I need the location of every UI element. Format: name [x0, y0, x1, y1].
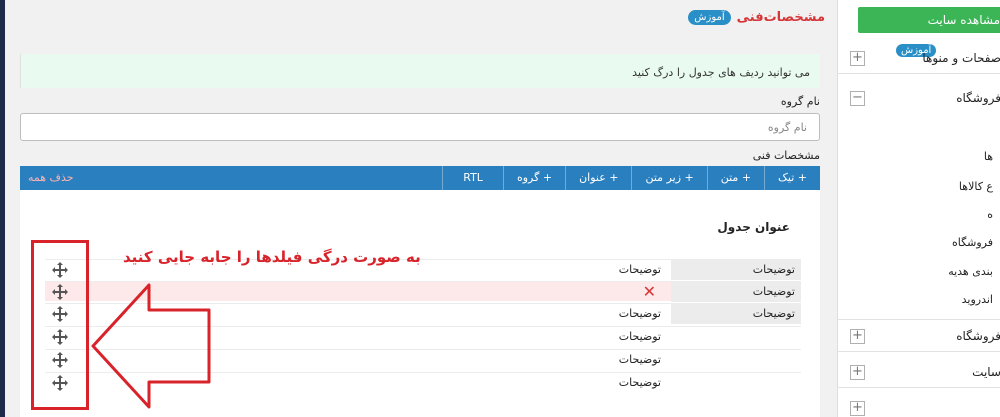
- main-panel: مشخصات‌فنی آموزش می توانید ردیف های جدول…: [5, 0, 837, 417]
- group-name-label: نام گروه: [780, 95, 820, 108]
- row-cell-secondary[interactable]: توضیحات: [619, 260, 661, 280]
- sidebar-sub-item[interactable]: ها: [984, 150, 993, 163]
- sidebar-section-pages[interactable]: + آموزش صفحات و منوها: [838, 44, 1000, 74]
- page-title: مشخصات‌فنی: [736, 10, 825, 25]
- specs-label: مشخصات فنی: [752, 149, 820, 162]
- table-title: عنوان جدول: [717, 220, 790, 234]
- drag-highlight-box: [31, 240, 89, 410]
- sidebar: مشاهده سایت + آموزش صفحات و منوها − فروش…: [837, 0, 1000, 417]
- page-header: مشخصات‌فنی آموزش: [688, 10, 825, 25]
- rtl-toggle-button[interactable]: RTL: [442, 166, 503, 190]
- add-tick-button[interactable]: + تیک: [764, 166, 820, 190]
- add-text-button[interactable]: + متن: [706, 166, 764, 190]
- add-subtext-button[interactable]: + زیر متن: [631, 166, 706, 190]
- remove-row-icon[interactable]: ✕: [643, 282, 656, 302]
- view-site-button[interactable]: مشاهده سایت: [858, 7, 1000, 33]
- annotation-text: به صورت درگی فیلدها را جابه جایی کنید: [123, 248, 421, 266]
- row-cell-secondary[interactable]: توضیحات: [619, 304, 661, 324]
- add-heading-button[interactable]: + عنوان: [565, 166, 631, 190]
- drag-notice: می توانید ردیف های جدول را درگ کنید: [20, 54, 820, 88]
- collapse-icon[interactable]: −: [850, 91, 865, 106]
- group-name-input[interactable]: [20, 113, 820, 141]
- pointer-arrow-icon: [91, 283, 211, 409]
- row-cell-primary[interactable]: توضیحات: [671, 282, 801, 302]
- sidebar-section-label: سایت: [972, 365, 1000, 379]
- row-cell-secondary[interactable]: توضیحات: [619, 373, 661, 393]
- row-cell-secondary[interactable]: توضیحات: [619, 350, 661, 370]
- sidebar-section-more[interactable]: +: [838, 394, 1000, 417]
- sidebar-section-site[interactable]: + سایت: [838, 358, 1000, 388]
- sidebar-section-shop[interactable]: − فروشگاه ها ع کالاها ه فروشگاه بندی هدی…: [838, 84, 1000, 320]
- sidebar-section-shop-2[interactable]: + فروشگاه: [838, 322, 1000, 352]
- specs-toolbar: + تیک + متن + زیر متن + عنوان + گروه RTL…: [20, 166, 820, 190]
- row-cell-secondary[interactable]: توضیحات: [619, 327, 661, 347]
- sidebar-section-label: صفحات و منوها: [922, 51, 1000, 65]
- sidebar-section-label: فروشگاه: [956, 329, 1000, 343]
- notice-text: می توانید ردیف های جدول را درگ کنید: [632, 66, 810, 79]
- row-cell-primary[interactable]: توضیحات: [671, 260, 801, 280]
- tutorial-badge[interactable]: آموزش: [688, 10, 731, 25]
- row-cell-primary[interactable]: توضیحات: [671, 304, 801, 324]
- sidebar-sub-item[interactable]: بندی هدیه: [948, 265, 993, 278]
- expand-icon[interactable]: +: [850, 365, 865, 380]
- expand-icon[interactable]: +: [850, 51, 865, 66]
- expand-icon[interactable]: +: [850, 401, 865, 416]
- sidebar-sub-item[interactable]: فروشگاه: [952, 236, 993, 249]
- sidebar-sub-item[interactable]: ه: [987, 208, 993, 221]
- sidebar-sub-item[interactable]: ع کالاها: [959, 180, 993, 193]
- sidebar-section-label: فروشگاه: [956, 91, 1000, 105]
- delete-all-button[interactable]: حذف همه: [28, 166, 74, 190]
- expand-icon[interactable]: +: [850, 329, 865, 344]
- sidebar-sub-item[interactable]: اندروید: [962, 293, 993, 306]
- add-group-button[interactable]: + گروه: [502, 166, 565, 190]
